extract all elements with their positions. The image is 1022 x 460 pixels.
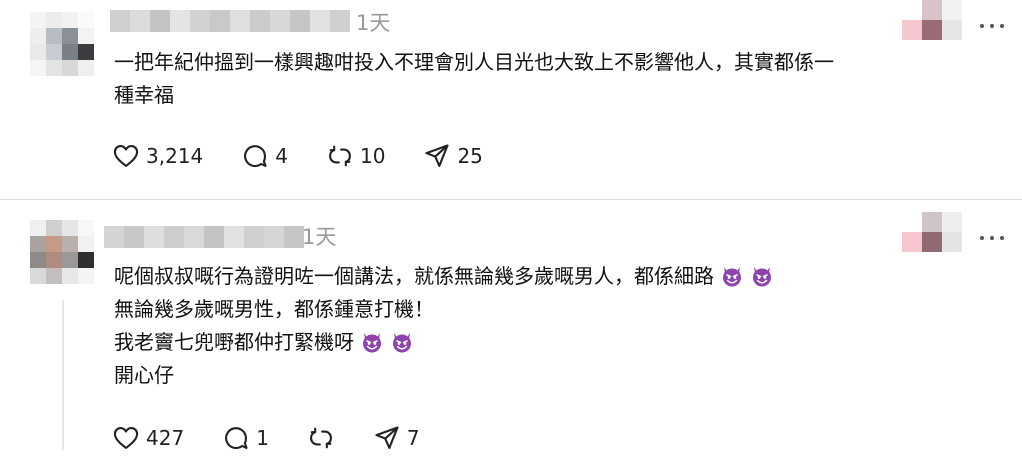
avatar[interactable] xyxy=(30,220,94,284)
repost-icon xyxy=(329,145,351,167)
profile-badge-redacted xyxy=(902,0,962,40)
heart-icon xyxy=(113,427,139,449)
post-text-line: 開心仔 xyxy=(114,363,174,387)
like-button[interactable]: 3,214 xyxy=(112,142,203,170)
post-body: 一把年紀仲搵到一樣興趣咁投入不理會別人目光也大致上不影響他人，其實都係一 種幸福 xyxy=(114,46,834,112)
comment-button[interactable]: 4 xyxy=(241,142,288,170)
post-body: 呢個叔叔嘅行為證明咗一個講法，就係無論幾多歲嘅男人，都係細路 無論幾多歲嘅男性，… xyxy=(114,260,774,392)
like-count: 3,214 xyxy=(146,144,204,168)
thread-connector-line xyxy=(62,300,64,450)
post-text: 我老竇七兜嘢都仲打緊機呀 xyxy=(114,330,354,354)
like-count: 427 xyxy=(146,426,185,450)
post-text-line: 一把年紀仲搵到一樣興趣咁投入不理會別人目光也大致上不影響他人，其實都係一 xyxy=(114,50,834,74)
action-bar: 3,214 4 10 25 xyxy=(112,141,521,171)
send-icon xyxy=(375,426,399,449)
post-text: 呢個叔叔嘅行為證明咗一個講法，就係無論幾多歲嘅男人，都係細路 xyxy=(114,264,714,288)
comment-count: 4 xyxy=(275,144,288,168)
repost-button[interactable]: 10 xyxy=(326,142,385,170)
send-icon xyxy=(425,144,450,167)
heart-icon xyxy=(113,145,139,167)
post-text-line: 無論幾多歲嘅男性，都係鍾意打機！ xyxy=(114,297,434,321)
timestamp: 1天 xyxy=(302,225,337,249)
profile-badge-redacted xyxy=(902,212,962,252)
more-dots-icon[interactable] xyxy=(980,234,1004,242)
avatar[interactable] xyxy=(30,12,94,76)
speech-bubble-icon xyxy=(244,145,267,167)
smiling-devil-emoji xyxy=(753,267,771,287)
username-redacted[interactable] xyxy=(104,226,304,248)
repost-button[interactable] xyxy=(307,424,335,452)
action-bar: 427 1 7 xyxy=(112,423,458,453)
smiling-devil-emoji xyxy=(723,267,741,287)
smiling-devil-emoji xyxy=(363,333,381,353)
repost-icon xyxy=(309,427,332,449)
repost-count: 10 xyxy=(360,144,386,168)
reply-post-2: 1天 呢個叔叔嘅行為證明咗一個講法，就係無論幾多歲嘅男人，都係細路 無論幾多歲嘅… xyxy=(0,200,1022,460)
share-count: 7 xyxy=(406,426,420,450)
comment-button[interactable]: 1 xyxy=(222,424,269,452)
timestamp: 1天 xyxy=(356,11,391,35)
share-button[interactable]: 7 xyxy=(373,424,420,452)
username-redacted[interactable] xyxy=(110,10,350,32)
post-text-line: 呢個叔叔嘅行為證明咗一個講法，就係無論幾多歲嘅男人，都係細路 xyxy=(114,260,774,293)
share-count: 25 xyxy=(457,144,483,168)
post-text-line: 我老竇七兜嘢都仲打緊機呀 xyxy=(114,326,774,359)
comment-count: 1 xyxy=(256,426,269,450)
share-button[interactable]: 25 xyxy=(423,142,483,170)
post-text-line: 種幸福 xyxy=(114,83,174,107)
like-button[interactable]: 427 xyxy=(112,424,184,452)
smiling-devil-emoji xyxy=(393,333,411,353)
more-dots-icon[interactable] xyxy=(980,22,1004,30)
speech-bubble-icon xyxy=(225,427,248,449)
reply-post-1: 1天 一把年紀仲搵到一樣興趣咁投入不理會別人目光也大致上不影響他人，其實都係一 … xyxy=(0,0,1022,199)
